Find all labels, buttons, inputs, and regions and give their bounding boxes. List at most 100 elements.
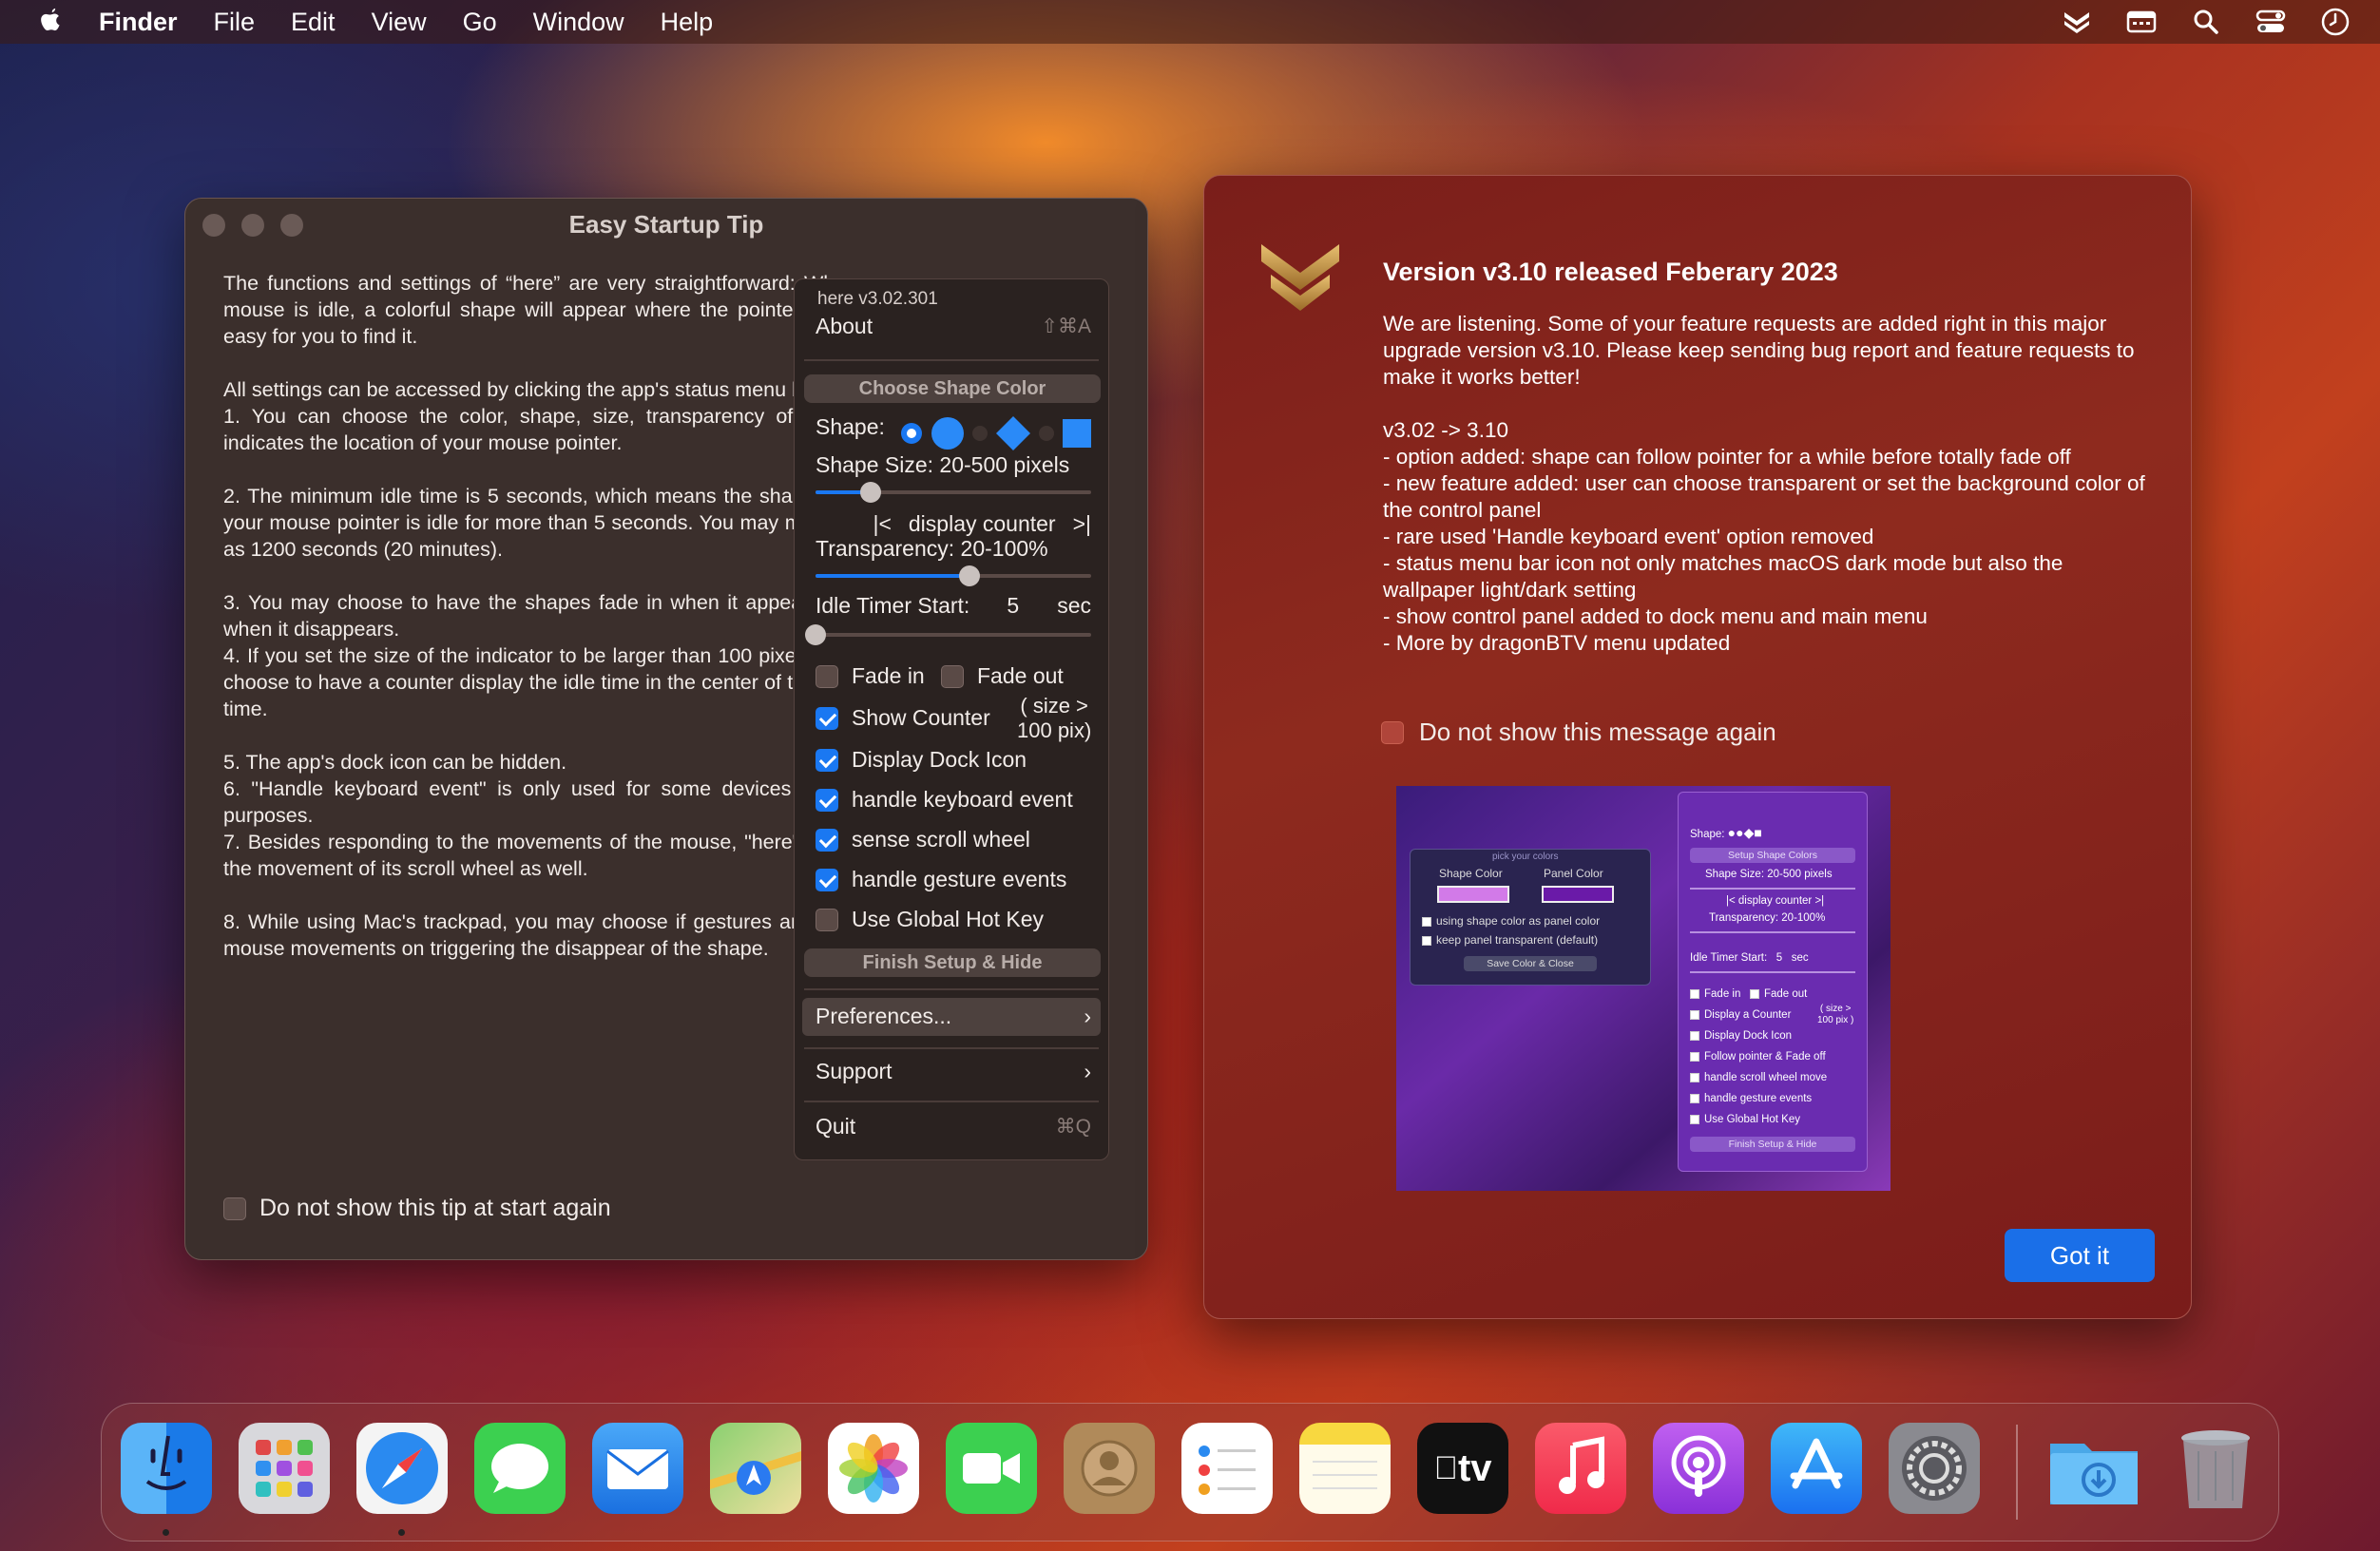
here-chevron-icon[interactable]: [2061, 8, 2093, 36]
menu-separator: [804, 359, 1099, 361]
fade-out-checkbox[interactable]: [941, 664, 964, 688]
dont-show-message-row[interactable]: Do not show this message again: [1381, 718, 1776, 747]
podcasts-icon[interactable]: [1653, 1423, 1744, 1514]
change-version: v3.02 -> 3.10: [1383, 418, 1508, 442]
show-counter-row[interactable]: Show Counter: [816, 705, 990, 731]
preferences-label: Preferences...: [816, 1004, 952, 1028]
counter-label: display counter: [908, 511, 1056, 536]
preview-finish-button: Finish Setup & Hide: [1690, 1137, 1855, 1152]
shape-option-square-icon[interactable]: [1061, 417, 1093, 450]
menu-view[interactable]: View: [372, 8, 427, 37]
fade-out-row[interactable]: Fade out: [941, 663, 1064, 689]
dont-show-message-checkbox[interactable]: [1381, 720, 1404, 744]
slider-knob[interactable]: [959, 565, 981, 586]
release-notes-window: Version v3.10 released Feberary 2023 We …: [1203, 175, 2192, 1319]
keyboard-event-checkbox[interactable]: [816, 788, 838, 812]
system-settings-icon[interactable]: [1889, 1423, 1980, 1514]
shape-option-circle-icon[interactable]: [930, 415, 966, 451]
preview-opt2: keep panel transparent (default): [1422, 933, 1598, 947]
chevron-right-icon: ›: [1084, 1059, 1091, 1083]
apple-tv-icon[interactable]: tv: [1417, 1423, 1508, 1514]
scroll-wheel-checkbox[interactable]: [816, 828, 838, 852]
preview-color-panel: pick your colors Shape Color Panel Color…: [1410, 849, 1651, 986]
global-hotkey-label: Use Global Hot Key: [852, 907, 1044, 931]
about-menu-item[interactable]: About ⇧⌘A: [816, 314, 1091, 339]
shape-size-slider[interactable]: [816, 482, 1091, 503]
preferences-menu-item[interactable]: Preferences... ›: [816, 1004, 1091, 1029]
preview-size: Shape Size: 20-500 pixels: [1705, 869, 1833, 880]
dock-divider: [2016, 1425, 2018, 1520]
search-icon[interactable]: [2190, 8, 2222, 36]
global-hotkey-row[interactable]: Use Global Hot Key: [816, 907, 1044, 932]
preview-transparency: Transparency: 20-100%: [1709, 912, 1826, 924]
chevron-right-icon: ›: [1084, 1004, 1091, 1028]
app-store-icon[interactable]: [1771, 1423, 1862, 1514]
fade-in-row[interactable]: Fade in: [816, 663, 925, 689]
quit-label: Quit: [816, 1114, 856, 1139]
safari-icon[interactable]: [356, 1423, 448, 1514]
photos-icon[interactable]: [828, 1423, 919, 1514]
scroll-wheel-row[interactable]: sense scroll wheel: [816, 827, 1030, 852]
gesture-events-row[interactable]: handle gesture events: [816, 867, 1066, 892]
dont-show-tip-row[interactable]: Do not show this tip at start again: [223, 1195, 611, 1222]
fade-in-checkbox[interactable]: [816, 664, 838, 688]
shape-options: [899, 414, 1093, 452]
idle-timer-slider[interactable]: [805, 624, 1091, 645]
messages-icon[interactable]: [474, 1423, 566, 1514]
choose-shape-color-button[interactable]: Choose Shape Color: [804, 374, 1101, 403]
size-note-line2: 100 pix): [1017, 718, 1092, 742]
shape-size-row: Shape Size: 20-500 pixels: [816, 452, 1091, 478]
shape-option-dot-icon[interactable]: [971, 425, 988, 442]
release-intro: We are listening. Some of your feature r…: [1383, 312, 2135, 389]
idle-timer-row: Idle Timer Start: 5 sec: [816, 593, 1091, 619]
dock-icon-row[interactable]: Display Dock Icon: [816, 747, 1027, 773]
menu-go[interactable]: Go: [463, 8, 497, 37]
downloads-folder-icon[interactable]: [2046, 1423, 2138, 1514]
shape-option-small-circle-icon[interactable]: [899, 421, 924, 446]
show-counter-label: Show Counter: [852, 705, 990, 730]
support-menu-item[interactable]: Support ›: [816, 1059, 1091, 1084]
show-counter-checkbox[interactable]: [816, 706, 838, 730]
keyboard-event-row[interactable]: handle keyboard event: [816, 787, 1073, 813]
menu-file[interactable]: File: [214, 8, 256, 37]
reminders-icon[interactable]: [1181, 1423, 1273, 1514]
finish-setup-button[interactable]: Finish Setup & Hide: [804, 948, 1101, 977]
maps-icon[interactable]: [710, 1423, 801, 1514]
preview-follow: Follow pointer & Fade off: [1690, 1051, 1826, 1063]
preview-screenshot: pick your colors Shape Color Panel Color…: [1396, 786, 1891, 1191]
transparency-slider[interactable]: [816, 565, 1091, 586]
control-center-icon[interactable]: [2255, 8, 2287, 36]
counter-left-marker: |<: [873, 511, 892, 536]
quit-menu-item[interactable]: Quit ⌘Q: [816, 1114, 1091, 1139]
gesture-events-checkbox[interactable]: [816, 868, 838, 891]
global-hotkey-checkbox[interactable]: [816, 908, 838, 931]
music-icon[interactable]: [1535, 1423, 1626, 1514]
contacts-icon[interactable]: [1064, 1423, 1155, 1514]
clock-icon[interactable]: [2319, 8, 2351, 36]
dock-icon-checkbox[interactable]: [816, 748, 838, 772]
dont-show-tip-checkbox[interactable]: [223, 1197, 246, 1220]
window-title: Easy Startup Tip: [568, 210, 764, 239]
menu-edit[interactable]: Edit: [291, 8, 336, 37]
menu-app-name[interactable]: Finder: [99, 8, 178, 37]
release-body: We are listening. Some of your feature r…: [1383, 311, 2153, 657]
calendar-icon[interactable]: [2125, 8, 2158, 36]
slider-knob[interactable]: [805, 624, 826, 645]
facetime-icon[interactable]: [946, 1423, 1037, 1514]
finder-icon[interactable]: [121, 1423, 212, 1514]
mail-icon[interactable]: [592, 1423, 683, 1514]
quit-shortcut: ⌘Q: [1055, 1116, 1091, 1138]
shape-option-dot2-icon[interactable]: [1038, 425, 1055, 442]
menu-help[interactable]: Help: [661, 8, 714, 37]
menu-window[interactable]: Window: [533, 8, 624, 37]
preview-shape-color: Shape Color: [1439, 867, 1503, 880]
slider-knob[interactable]: [860, 482, 881, 503]
shape-option-diamond-icon[interactable]: [994, 414, 1032, 452]
apple-menu-icon[interactable]: [36, 7, 65, 37]
preview-counter: |< display counter >|: [1726, 895, 1825, 907]
preview-gesture: handle gesture events: [1690, 1093, 1812, 1104]
got-it-button[interactable]: Got it: [2005, 1229, 2155, 1282]
notes-icon[interactable]: [1299, 1423, 1391, 1514]
launchpad-icon[interactable]: [239, 1423, 330, 1514]
trash-icon[interactable]: [2170, 1423, 2261, 1514]
